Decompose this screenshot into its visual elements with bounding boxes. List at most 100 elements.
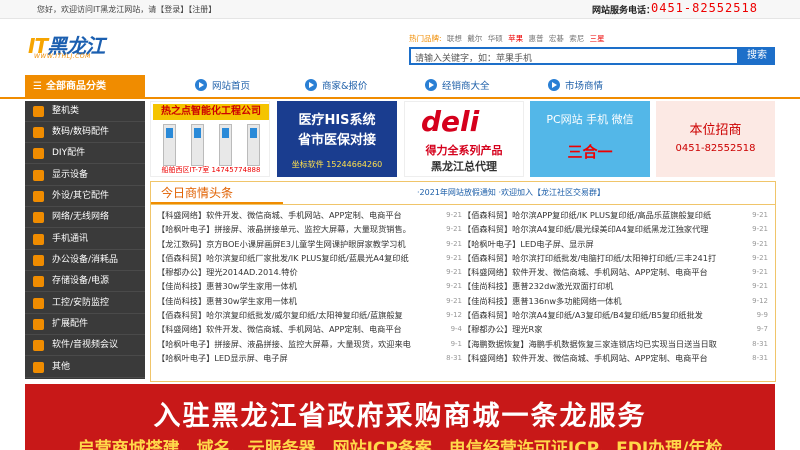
news-item-date: 9-4 xyxy=(450,325,462,334)
grid-icon xyxy=(33,362,44,373)
register-link[interactable]: 【注册】 xyxy=(188,5,216,14)
ad-banner-deli[interactable]: deli 得力全系列产品 黑龙江总代理 xyxy=(404,101,524,177)
news-item-date: 9-21 xyxy=(446,239,462,248)
hot-brand-link[interactable]: 联想 xyxy=(447,34,462,43)
news-list-right: 【佰森科贸】哈尔滨APP复印纸/IK PLUS复印纸/高品乐蓝旗般复印纸 9-21… xyxy=(463,208,768,365)
ad-banner-website[interactable]: PC网站 手机 微信 三合一 xyxy=(530,101,650,177)
hot-brand-link[interactable]: 苹果 xyxy=(508,34,523,43)
news-item[interactable]: 【科盛网络】软件开发、微信商城、手机网站、APP定制、电商平台 8-31 xyxy=(463,351,768,365)
news-item[interactable]: 【穆都办公】理光R家 9-7 xyxy=(463,322,768,336)
news-item-date: 9-21 xyxy=(446,268,462,277)
news-item[interactable]: 【哈枫叶电子】LED电子屏、显示屏 9-21 xyxy=(463,237,768,251)
hot-brand-link[interactable]: 三星 xyxy=(590,34,605,43)
ad-banner-his[interactable]: 医疗HIS系统 省市医保对接 坐标软件 15244664260 xyxy=(277,101,397,177)
sidebar-item-peripherals[interactable]: 外设/其它配件 xyxy=(25,186,145,207)
news-item-text[interactable]: 【佰森科贸】哈尔滨APP复印纸/IK PLUS复印纸/高品乐蓝旗般复印纸 xyxy=(463,208,739,222)
search-button[interactable]: 搜索 xyxy=(739,47,775,65)
news-item[interactable]: 【佰森科贸】哈尔滨A4复印纸/A3复印纸/B4复印纸/B5复印纸批发 9-9 xyxy=(463,308,768,322)
news-item[interactable]: 【龙江数码】京方BOE小课屏画屏E3儿童学生网课护眼屏家教学习机 9-21 xyxy=(157,237,462,251)
gov-procurement-banner[interactable]: 入驻黑龙江省政府采购商城一条龙服务 启营商城搭建、域名、云服务器、网站ICP备案… xyxy=(25,384,775,450)
sidebar-item-label: 整机类 xyxy=(52,106,80,116)
news-item-text[interactable]: 【佰森科贸】哈尔滨复印纸厂家批发/IK PLUS复印纸/蓝晨光A4复印纸 xyxy=(157,251,433,265)
hot-brand-link[interactable]: 索尼 xyxy=(569,34,584,43)
news-item-text[interactable]: 【佰森科贸】哈尔滨打印纸批发/电脑打印纸/太阳神打印纸/三丰241打 xyxy=(463,251,739,265)
login-link[interactable]: 【登录】 xyxy=(156,5,188,14)
sidebar-item-display[interactable]: 显示设备 xyxy=(25,165,145,186)
news-item[interactable]: 【哈枫叶电子】拼接屏、液晶拼接单元、监控大屏幕，大量现货销售。 9-21 xyxy=(157,222,462,236)
sidebar-item-network[interactable]: 网络/无线网络 xyxy=(25,207,145,228)
ad-banner-recruit[interactable]: 本位招商 0451-82552518 xyxy=(656,101,775,177)
news-item[interactable]: 【佰森科贸】哈尔滨复印纸批发/威尔复印纸/太阳神复印纸/蓝旗般复 9-12 xyxy=(157,308,462,322)
news-item-date: 9-21 xyxy=(752,239,768,248)
news-item[interactable]: 【佰森科贸】哈尔滨复印纸厂家批发/IK PLUS复印纸/蓝晨光A4复印纸 9-21 xyxy=(157,251,462,265)
news-item-text[interactable]: 【穆都办公】理光R家 xyxy=(463,322,739,336)
news-item-text[interactable]: 【哈枫叶电子】拼接屏、液晶拼接、监控大屏幕，大量现货，欢迎来电 xyxy=(157,337,433,351)
sidebar-item-security[interactable]: 工控/安防监控 xyxy=(25,293,145,314)
news-item[interactable]: 【佰森科贸】哈尔滨APP复印纸/IK PLUS复印纸/高品乐蓝旗般复印纸 9-21 xyxy=(463,208,768,222)
news-item-text[interactable]: 【哈枫叶电子】拼接屏、液晶拼接单元、监控大屏幕，大量现货销售。 xyxy=(157,222,433,236)
sidebar-item-diy[interactable]: DIY配件 xyxy=(25,143,145,164)
play-circle-icon xyxy=(305,79,317,91)
news-item-text[interactable]: 【佳尚科技】惠普30w学生家用一体机 xyxy=(157,294,433,308)
news-item[interactable]: 【穆都办公】理光2014AD.2014.特价 9-21 xyxy=(157,265,462,279)
news-item-text[interactable]: 【佰森科贸】哈尔滨A4复印纸/A3复印纸/B4复印纸/B5复印纸批发 xyxy=(463,308,739,322)
sidebar-item-office[interactable]: 办公设备/消耗品 xyxy=(25,250,145,271)
card-icon xyxy=(33,319,44,330)
hot-brand-link[interactable]: 华硕 xyxy=(488,34,503,43)
news-item-text[interactable]: 【科盛网络】软件开发、微信商城、手机网站、APP定制、电商平台 xyxy=(463,351,739,365)
sidebar-item-complete-machines[interactable]: 整机类 xyxy=(25,101,145,122)
sidebar-item-storage[interactable]: 存储设备/电源 xyxy=(25,271,145,292)
ad-banner-smart-engineering[interactable]: 热之点智能化工程公司 船舶西区IT-7室 14745774888 xyxy=(150,101,270,177)
news-item-text[interactable]: 【龙江数码】京方BOE小课屏画屏E3儿童学生网课护眼屏家教学习机 xyxy=(157,237,433,251)
ad-title: 热之点智能化工程公司 xyxy=(153,104,269,120)
computer-icon xyxy=(33,106,44,117)
news-item[interactable]: 【佳尚科技】惠普232dw激光双面打印机 9-21 xyxy=(463,279,768,293)
news-item-text[interactable]: 【穆都办公】理光2014AD.2014.特价 xyxy=(157,265,433,279)
sidebar-item-label: DIY配件 xyxy=(52,148,86,158)
news-item-text[interactable]: 【科盛网络】软件开发、微信商城、手机网站、APP定制、电商平台 xyxy=(157,208,433,222)
news-notice[interactable]: ·2021年网站放假通知 ·欢迎加入【龙江社区交易群】 xyxy=(417,187,605,198)
news-item-text[interactable]: 【佳尚科技】惠普232dw激光双面打印机 xyxy=(463,279,739,293)
news-item[interactable]: 【佳尚科技】惠普30w学生家用一体机 9-21 xyxy=(157,294,462,308)
hot-brand-link[interactable]: 宏碁 xyxy=(549,34,564,43)
hot-brand-link[interactable]: 惠普 xyxy=(528,34,543,43)
news-item-text[interactable]: 【哈枫叶电子】LED显示屏、电子屏 xyxy=(157,351,433,365)
sidebar-item-phones[interactable]: 手机通讯 xyxy=(25,229,145,250)
news-item[interactable]: 【哈枫叶电子】拼接屏、液晶拼接、监控大屏幕，大量现货，欢迎来电 9-1 xyxy=(157,337,462,351)
news-item[interactable]: 【科盛网络】软件开发、微信商城、手机网站、APP定制、电商平台 9-4 xyxy=(157,322,462,336)
news-item-text[interactable]: 【海鹏数据恢复】海鹏手机数据恢复三家连锁店均已实现当日送当日取 xyxy=(463,337,739,351)
ad-line: 医疗HIS系统 xyxy=(298,113,376,128)
news-item[interactable]: 【科盛网络】软件开发、微信商城、手机网站、APP定制、电商平台 9-21 xyxy=(463,265,768,279)
news-item[interactable]: 【佰森科贸】哈尔滨A4复印纸/晨光绿美印A4复印纸黑龙江独家代理 9-21 xyxy=(463,222,768,236)
news-item[interactable]: 【科盛网络】软件开发、微信商城、手机网站、APP定制、电商平台 9-21 xyxy=(157,208,462,222)
site-logo[interactable]: IT黑龙江 WWW.ITHLJ.COM xyxy=(28,30,128,64)
news-item-text[interactable]: 【哈枫叶电子】LED电子屏、显示屏 xyxy=(463,237,739,251)
news-item-date: 9-21 xyxy=(446,282,462,291)
sidebar-item-expansion[interactable]: 扩展配件 xyxy=(25,314,145,335)
sidebar-item-label: 外设/其它配件 xyxy=(52,191,110,201)
news-item-text[interactable]: 【佰森科贸】哈尔滨复印纸批发/威尔复印纸/太阳神复印纸/蓝旗般复 xyxy=(157,308,433,322)
hot-brand-link[interactable]: 戴尔 xyxy=(467,34,482,43)
nav-market[interactable]: 市场商情 xyxy=(548,75,603,99)
sidebar-item-digital[interactable]: 数码/数码配件 xyxy=(25,122,145,143)
news-item[interactable]: 【哈枫叶电子】LED显示屏、电子屏 8-31 xyxy=(157,351,462,365)
news-item-text[interactable]: 【佳尚科技】惠普30w学生家用一体机 xyxy=(157,279,433,293)
nav-merchants[interactable]: 商家&报价 xyxy=(305,75,367,99)
news-item-text[interactable]: 【科盛网络】软件开发、微信商城、手机网站、APP定制、电商平台 xyxy=(463,265,739,279)
ad-line: 得力全系列产品 xyxy=(425,144,503,157)
news-item[interactable]: 【海鹏数据恢复】海鹏手机数据恢复三家连锁店均已实现当日送当日取 8-31 xyxy=(463,337,768,351)
news-item-text[interactable]: 【科盛网络】软件开发、微信商城、手机网站、APP定制、电商平台 xyxy=(157,322,433,336)
news-item-text[interactable]: 【佳尚科技】惠普136nw多功能网络一体机 xyxy=(463,294,739,308)
news-item-text[interactable]: 【佰森科贸】哈尔滨A4复印纸/晨光绿美印A4复印纸黑龙江独家代理 xyxy=(463,222,739,236)
all-categories-button[interactable]: ☰ 全部商品分类 xyxy=(25,75,145,99)
news-item[interactable]: 【佳尚科技】惠普30w学生家用一体机 9-21 xyxy=(157,279,462,293)
search-input[interactable]: 请输入关键字，如：苹果手机 xyxy=(409,47,739,65)
news-item[interactable]: 【佰森科贸】哈尔滨打印纸批发/电脑打印纸/太阳神打印纸/三丰241打 9-21 xyxy=(463,251,768,265)
nav-dealers[interactable]: 经销商大全 xyxy=(425,75,490,99)
sidebar-item-other[interactable]: 其他 xyxy=(25,357,145,378)
nav-home[interactable]: 网站首页 xyxy=(195,75,250,99)
sidebar-item-software[interactable]: 软件/音视频会议 xyxy=(25,335,145,356)
news-item-date: 9-7 xyxy=(756,325,768,334)
banner-headline: 入驻黑龙江省政府采购商城一条龙服务 xyxy=(153,401,647,432)
news-item[interactable]: 【佳尚科技】惠普136nw多功能网络一体机 9-12 xyxy=(463,294,768,308)
